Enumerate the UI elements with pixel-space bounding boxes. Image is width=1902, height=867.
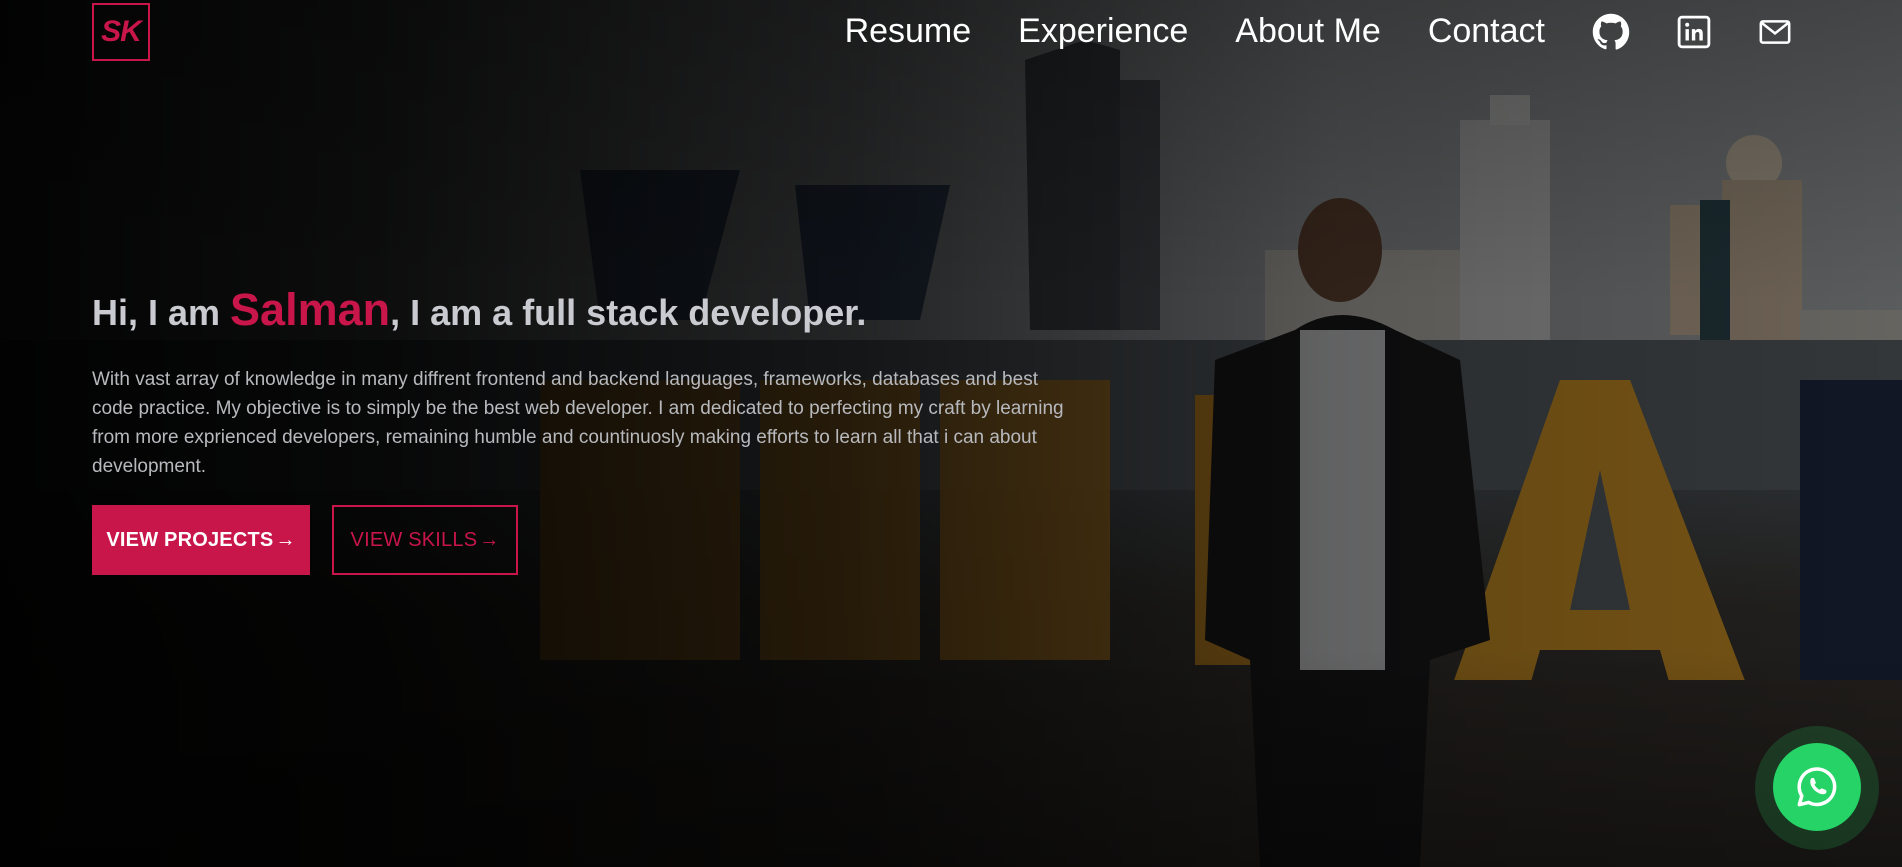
nav-experience[interactable]: Experience [1018, 12, 1188, 51]
logo[interactable]: SK [92, 3, 150, 61]
nav-about-me[interactable]: About Me [1235, 12, 1381, 51]
hero-headline: Hi, I am Salman, I am a full stack devel… [92, 282, 1082, 341]
nav-contact[interactable]: Contact [1428, 12, 1545, 51]
main-nav: Resume Experience About Me Contact [845, 12, 1792, 51]
hero-buttons: VIEW PROJECTS → VIEW SKILLS → [92, 505, 1082, 575]
hero-description: With vast array of knowledge in many dif… [92, 369, 1064, 477]
greeting-text: Hi, I am [92, 292, 231, 333]
mail-icon[interactable] [1758, 15, 1792, 49]
arrow-right-icon: → [479, 528, 500, 551]
view-skills-label: VIEW SKILLS [350, 528, 478, 551]
hero-name: Salman [230, 284, 391, 335]
view-skills-button[interactable]: VIEW SKILLS → [332, 505, 518, 575]
linkedin-icon[interactable] [1677, 15, 1711, 49]
hero-section: Hi, I am Salman, I am a full stack devel… [92, 282, 1082, 575]
arrow-right-icon: → [275, 528, 296, 551]
view-projects-label: VIEW PROJECTS [106, 528, 274, 551]
whatsapp-button[interactable] [1773, 743, 1861, 831]
github-icon[interactable] [1592, 13, 1630, 51]
nav-resume[interactable]: Resume [845, 12, 972, 51]
hero-page: SK Resume Experience About Me Contact Hi… [0, 0, 1902, 867]
tagline-text: , I am a full stack developer. [390, 292, 867, 333]
whatsapp-icon [1797, 767, 1837, 807]
view-projects-button[interactable]: VIEW PROJECTS → [92, 505, 310, 575]
